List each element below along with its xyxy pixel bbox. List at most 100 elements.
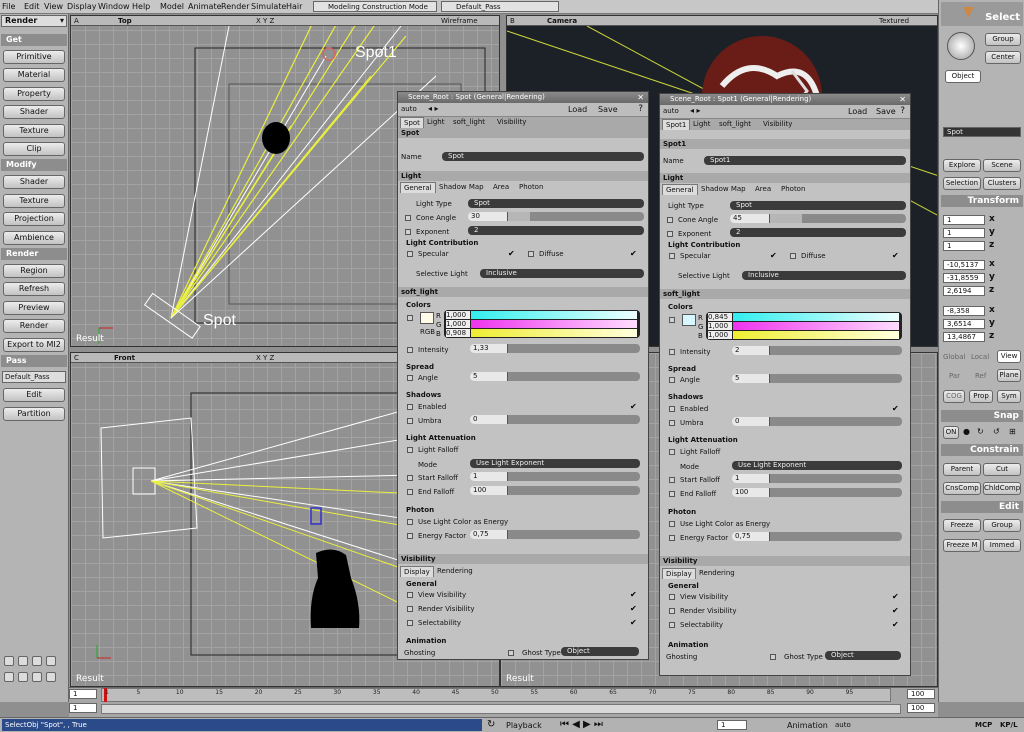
- ghost-type-select[interactable]: Object: [561, 647, 639, 656]
- tab-spot1[interactable]: Spot1: [662, 119, 691, 130]
- umbra-checkbox[interactable]: [669, 420, 675, 426]
- local-toggle[interactable]: Local: [971, 353, 989, 361]
- close-icon[interactable]: ✕: [637, 92, 644, 103]
- energy-factor-slider[interactable]: 0,75: [470, 530, 640, 539]
- childcomp-button[interactable]: ChldComp: [983, 482, 1021, 495]
- menu-model[interactable]: Model: [160, 2, 184, 11]
- close-icon[interactable]: ✕: [899, 94, 906, 105]
- light-tab-shadow-map[interactable]: Shadow Map: [698, 184, 749, 195]
- region-button[interactable]: Region: [3, 264, 65, 278]
- enabled-check-icon[interactable]: ✔: [630, 403, 637, 411]
- construction-mode-select[interactable]: Modeling Construction Mode: [313, 1, 437, 12]
- rotation-x-field[interactable]: -10,5137: [943, 260, 985, 270]
- start-falloff-checkbox[interactable]: [669, 477, 675, 483]
- modify-texture-button[interactable]: Texture: [3, 194, 65, 208]
- pass-select[interactable]: Default_Pass: [441, 1, 559, 12]
- exponent-checkbox[interactable]: [667, 231, 673, 237]
- group-button[interactable]: Group: [985, 33, 1021, 46]
- timeline-end-field-2[interactable]: 100: [907, 703, 935, 713]
- viewport-top-mode[interactable]: Wireframe: [441, 16, 478, 26]
- spot-section-title[interactable]: Spot: [401, 129, 419, 137]
- intensity-checkbox[interactable]: [407, 347, 413, 353]
- cone-angle-slider[interactable]: 45: [730, 214, 906, 223]
- light-tab-area[interactable]: Area: [752, 184, 774, 195]
- light-tab-shadow-map[interactable]: Shadow Map: [436, 182, 487, 193]
- partition-button[interactable]: Partition: [3, 407, 65, 421]
- umbra-slider[interactable]: 0: [732, 417, 902, 426]
- ghosting-checkbox[interactable]: [770, 654, 776, 660]
- use-color-energy-checkbox[interactable]: [407, 519, 413, 525]
- snap-curve-icon[interactable]: ↻: [977, 427, 984, 436]
- load-button[interactable]: Load: [848, 107, 867, 116]
- start-falloff-slider[interactable]: 1: [470, 472, 640, 481]
- snap-on-button[interactable]: ON: [943, 426, 959, 439]
- start-falloff-checkbox[interactable]: [407, 475, 413, 481]
- export-mi2-button[interactable]: Export to MI2: [3, 338, 65, 352]
- play-controls-icon[interactable]: ⏮ ◀ ▶ ⏭: [560, 719, 603, 730]
- snap-grid-icon[interactable]: ⊞: [1009, 427, 1016, 436]
- angle-checkbox[interactable]: [669, 377, 675, 383]
- light-type-select[interactable]: Spot: [468, 199, 644, 208]
- auto-toggle[interactable]: auto: [401, 105, 417, 113]
- angle-slider[interactable]: 5: [732, 374, 902, 383]
- playback-button[interactable]: Playback: [506, 721, 542, 730]
- prev-arrow-icon[interactable]: ◂ ▸: [428, 104, 439, 113]
- edit-group-button[interactable]: Group: [983, 519, 1021, 532]
- view-visibility-checkbox[interactable]: [407, 592, 413, 598]
- par-toggle[interactable]: Par: [949, 372, 960, 380]
- color-swatch[interactable]: [420, 312, 434, 324]
- diffuse-check-icon[interactable]: ✔: [892, 252, 899, 260]
- name-field[interactable]: Spot: [442, 152, 644, 161]
- enabled-check-icon[interactable]: ✔: [892, 405, 899, 413]
- rotation-z-field[interactable]: 2,6194: [943, 286, 985, 296]
- viewport-camera-mode[interactable]: Textured: [879, 16, 909, 26]
- timeline-start-field[interactable]: 1: [69, 689, 97, 699]
- menu-file[interactable]: File: [2, 2, 15, 11]
- menu-render[interactable]: Render: [221, 2, 249, 11]
- ref-toggle[interactable]: Ref: [975, 372, 986, 380]
- layout-left-icon[interactable]: [4, 672, 14, 682]
- intensity-slider[interactable]: 2: [732, 346, 902, 355]
- save-button[interactable]: Save: [598, 105, 618, 114]
- layout-grid-icon[interactable]: [46, 656, 56, 666]
- explore-button[interactable]: Explore: [943, 159, 981, 172]
- view-visibility-check-icon[interactable]: ✔: [892, 593, 899, 601]
- tab-spot[interactable]: Spot: [400, 117, 424, 128]
- snap-point-icon[interactable]: ●: [963, 427, 970, 436]
- light-tab-general[interactable]: General: [400, 182, 436, 193]
- translation-z-field[interactable]: 13,4867: [943, 332, 985, 342]
- specular-check-icon[interactable]: ✔: [508, 250, 515, 258]
- angle-slider[interactable]: 5: [470, 372, 640, 381]
- enabled-checkbox[interactable]: [407, 404, 413, 410]
- exponent-field[interactable]: 2: [468, 226, 644, 235]
- select-tool-icon[interactable]: [947, 32, 975, 60]
- light-falloff-checkbox[interactable]: [669, 449, 675, 455]
- help-icon[interactable]: ?: [900, 106, 905, 116]
- primitive-button[interactable]: Primitive: [3, 50, 65, 64]
- end-falloff-slider[interactable]: 100: [732, 488, 902, 497]
- render-visibility-check-icon[interactable]: ✔: [892, 607, 899, 615]
- view-visibility-checkbox[interactable]: [669, 594, 675, 600]
- clip-button[interactable]: Clip: [3, 142, 65, 156]
- menu-hair[interactable]: Hair: [286, 2, 302, 11]
- tab-light[interactable]: Light: [424, 117, 447, 128]
- animation-label[interactable]: Animation: [787, 721, 828, 730]
- light-section-title[interactable]: Light: [663, 174, 683, 182]
- menu-window[interactable]: Window: [98, 2, 130, 11]
- layout-right-icon[interactable]: [46, 672, 56, 682]
- visibility-section-title[interactable]: Visibility: [401, 555, 435, 563]
- selection-field[interactable]: Spot: [943, 127, 1021, 137]
- modify-shader-button[interactable]: Shader: [3, 175, 65, 189]
- timeline-start-field-2[interactable]: 1: [69, 703, 97, 713]
- preview-button[interactable]: Preview: [3, 301, 65, 315]
- umbra-slider[interactable]: 0: [470, 415, 640, 424]
- select-header[interactable]: Select: [985, 12, 1020, 23]
- tab-soft-light[interactable]: soft_light: [716, 119, 754, 130]
- script-icon[interactable]: ↻: [487, 719, 495, 730]
- scale-y-field[interactable]: 1: [943, 228, 985, 238]
- clusters-button[interactable]: Clusters: [983, 177, 1021, 190]
- render-visibility-check-icon[interactable]: ✔: [630, 605, 637, 613]
- falloff-mode-select[interactable]: Use Light Exponent: [470, 459, 640, 468]
- intensity-checkbox[interactable]: [669, 349, 675, 355]
- end-falloff-checkbox[interactable]: [407, 489, 413, 495]
